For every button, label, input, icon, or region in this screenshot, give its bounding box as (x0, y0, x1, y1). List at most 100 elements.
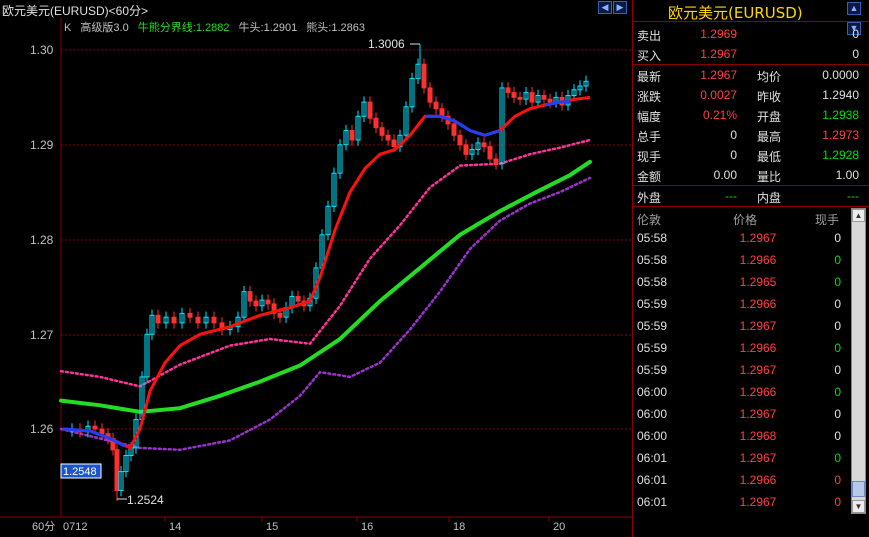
trade-time: 06:01 (637, 473, 668, 487)
high-annotation: 1.3006 (368, 37, 405, 51)
moving-average-down-segment (425, 114, 501, 137)
candle-body (253, 300, 259, 307)
trade-volume: 0 (834, 341, 841, 355)
trade-row: 06:01 1.2966 0 (633, 470, 855, 492)
trade-row: 05:58 1.2966 0 (633, 250, 855, 272)
change-value: 0.0027 (700, 88, 737, 102)
trade-time: 05:59 (637, 297, 668, 311)
candle-body (385, 134, 391, 141)
ratio-value: 1.00 (835, 168, 859, 182)
trade-volume: 0 (834, 253, 841, 267)
candle-body (451, 123, 457, 136)
x-tick-label: 20 (553, 521, 565, 533)
outer-label: 外盘 (637, 191, 662, 205)
trade-row: 05:58 1.2965 0 (633, 272, 855, 294)
trade-time: 06:00 (637, 407, 668, 421)
trade-time: 06:00 (637, 429, 668, 443)
amount-label: 金额 (637, 170, 662, 184)
candle-body (99, 428, 105, 435)
trade-volume: 0 (834, 429, 841, 443)
trade-row: 06:00 1.2968 0 (633, 426, 855, 448)
trade-price: 1.2967 (739, 231, 777, 245)
change-row: 涨跌 0.0027 昨收 1.2940 (633, 85, 869, 105)
trade-time: 05:58 (637, 275, 668, 289)
trades-header-price: 价格 (733, 213, 758, 227)
open-value: 1.2938 (822, 108, 859, 122)
trade-row: 06:00 1.2967 0 (633, 404, 855, 426)
candle-body (487, 146, 493, 160)
trade-volume: 0 (834, 363, 841, 377)
x-tick-label: 0712 (63, 521, 87, 533)
candle-body (114, 449, 120, 491)
trade-price: 1.2967 (739, 451, 777, 465)
scroll-up-button[interactable]: ▲ (852, 209, 865, 222)
candle-body (367, 101, 373, 119)
change-label: 涨跌 (637, 90, 662, 104)
candle-body (247, 291, 253, 302)
y-tick-label: 1.30 (30, 43, 54, 57)
y-tick-label: 1.27 (30, 328, 54, 342)
candle-body (427, 87, 433, 103)
trade-row: 06:01 1.2967 0 (633, 492, 855, 514)
y-tick-label: 1.26 (30, 422, 54, 436)
current-price-text: 1.2548 (63, 466, 97, 478)
candle-body (349, 130, 355, 141)
trades-header-time: 伦敦 (637, 213, 662, 227)
trades-header-volume: 现手 (815, 213, 840, 227)
candle-body (211, 316, 217, 324)
candle-body (493, 158, 499, 165)
current-value: 0 (730, 148, 737, 162)
trade-price: 1.2967 (739, 495, 777, 509)
trade-price: 1.2967 (739, 407, 777, 421)
range-row: 幅度 0.21% 开盘 1.2938 (633, 105, 869, 125)
trade-row: 06:00 1.2966 0 (633, 382, 855, 404)
trade-volume: 0 (834, 407, 841, 421)
low-value: 1.2928 (822, 148, 859, 162)
high-label: 最高 (757, 130, 782, 144)
candle-body (155, 314, 161, 324)
trade-volume: 0 (834, 297, 841, 311)
trades-scrollbar[interactable]: ▲ ▼ (851, 208, 866, 514)
candle-body (505, 87, 511, 94)
candle-body (457, 134, 463, 146)
buy-label: 买入 (637, 49, 662, 63)
sell-label: 卖出 (637, 29, 662, 43)
trade-time: 05:59 (637, 363, 668, 377)
buy-row: 买入 1.2967 0 (633, 44, 869, 64)
sell-price: 1.2969 (700, 27, 737, 41)
candlestick-chart[interactable]: 1.30 1.29 1.28 1.27 1.26 60分 0712 14 15 … (0, 0, 632, 537)
scroll-thumb[interactable] (852, 481, 865, 497)
bull-bear-divider-line (59, 159, 592, 414)
prev-close-value: 1.2940 (822, 88, 859, 102)
candle-body (511, 92, 517, 98)
x-tick-label: 18 (453, 521, 465, 533)
candle-body (463, 144, 469, 155)
trade-time: 06:00 (637, 385, 668, 399)
trade-volume: 0 (834, 473, 841, 487)
quote-title: 欧元美元(EURUSD) (668, 4, 803, 22)
avg-label: 均价 (757, 70, 782, 84)
candle-body (187, 312, 193, 318)
latest-value: 1.2967 (700, 68, 737, 82)
total-row: 总手 0 最高 1.2973 (633, 125, 869, 145)
candle-body (529, 92, 535, 103)
candle-body (421, 63, 427, 89)
inner-value: --- (847, 189, 859, 203)
scroll-down-button[interactable]: ▼ (852, 500, 865, 513)
buy-price: 1.2967 (700, 47, 737, 61)
panel-prev-button[interactable]: ▲ (847, 2, 861, 15)
candle-body (195, 316, 201, 324)
sell-volume: 0 (852, 27, 859, 41)
trade-volume: 0 (834, 319, 841, 333)
amount-row: 金额 0.00 量比 1.00 (633, 165, 869, 185)
outer-value: --- (725, 189, 737, 203)
quote-panel: 欧元美元(EURUSD) ▲ ▼ 卖出 1.2969 0 买入 1.2967 0… (632, 0, 869, 537)
x-tick-label: 14 (169, 521, 181, 533)
trade-price: 1.2966 (739, 253, 777, 267)
trade-time: 06:01 (637, 495, 668, 509)
candle-body (547, 98, 553, 103)
outer-inner-row: 外盘 --- 内盘 --- (633, 186, 869, 206)
sell-row: 卖出 1.2969 0 (633, 24, 869, 44)
trade-price: 1.2967 (739, 319, 777, 333)
trade-time: 05:59 (637, 319, 668, 333)
